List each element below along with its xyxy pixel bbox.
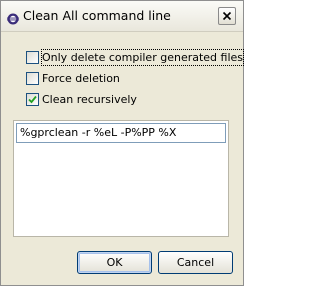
- close-icon: [222, 11, 232, 21]
- checkbox[interactable]: [26, 72, 39, 85]
- checkbox[interactable]: [26, 51, 39, 64]
- option-label: Only delete compiler generated files: [40, 49, 245, 66]
- ok-button[interactable]: OK: [77, 251, 152, 274]
- cancel-button[interactable]: Cancel: [158, 251, 233, 274]
- command-line-panel: %gprclean -r %eL -P%PP %X: [13, 120, 229, 237]
- option-label: Force deletion: [42, 72, 120, 85]
- command-line-input[interactable]: %gprclean -r %eL -P%PP %X: [16, 123, 226, 143]
- checkbox[interactable]: [26, 93, 39, 106]
- title-bar[interactable]: Clean All command line: [1, 1, 243, 32]
- command-line-value: %gprclean -r %eL -P%PP %X: [20, 126, 177, 139]
- dialog-window: Clean All command line Only delete compi…: [0, 0, 245, 286]
- options-group: Only delete compiler generated files For…: [14, 42, 245, 113]
- checkmark-icon: [28, 95, 37, 104]
- close-button[interactable]: [218, 7, 236, 25]
- option-label: Clean recursively: [42, 93, 137, 106]
- dialog-title: Clean All command line: [23, 8, 171, 23]
- eclipse-icon: [7, 10, 19, 25]
